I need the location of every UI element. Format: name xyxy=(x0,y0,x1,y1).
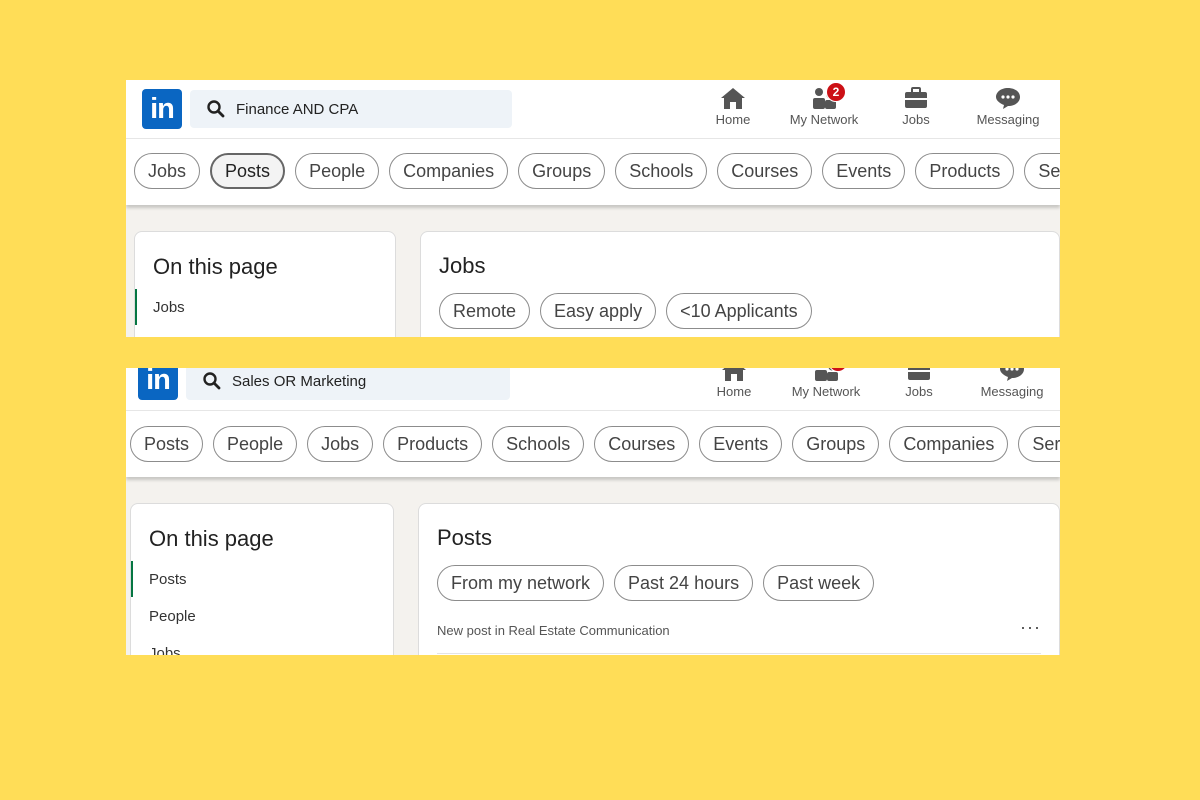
nav-home-label: Home xyxy=(716,384,752,399)
nav-messaging[interactable]: Messaging xyxy=(965,86,1051,127)
nav-my-network[interactable]: 2 My Network xyxy=(781,82,867,127)
nav-jobs-label: Jobs xyxy=(905,384,933,399)
briefcase-icon xyxy=(905,87,927,108)
filter-past-week[interactable]: Past week xyxy=(763,565,875,601)
search-input[interactable]: Finance AND CPA xyxy=(190,90,512,128)
filter-products[interactable]: Products xyxy=(915,153,1015,189)
filter-from-my-network[interactable]: From my network xyxy=(437,565,605,601)
filter-schools[interactable]: Schools xyxy=(615,153,708,189)
on-this-page-card: On this page Posts People Jobs xyxy=(130,503,394,655)
filter-past-24-hours[interactable]: Past 24 hours xyxy=(614,565,754,601)
nav-home[interactable]: Home xyxy=(691,368,777,399)
top-navbar: in Sales OR Marketing Home My Network Jo… xyxy=(126,368,1060,411)
nav-jobs[interactable]: Jobs xyxy=(876,368,962,399)
on-this-page-title: On this page xyxy=(153,254,278,279)
linkedin-logo[interactable]: in xyxy=(142,89,182,129)
filter-groups[interactable]: Groups xyxy=(792,426,880,462)
search-icon xyxy=(203,372,221,390)
home-icon xyxy=(721,88,745,109)
nav-jobs[interactable]: Jobs xyxy=(873,86,959,127)
post-divider xyxy=(437,653,1041,654)
filter-groups[interactable]: Groups xyxy=(518,153,606,189)
filter-posts[interactable]: Posts xyxy=(130,426,204,462)
linkedin-logo[interactable]: in xyxy=(138,368,178,400)
filter-easy-apply[interactable]: Easy apply xyxy=(540,293,657,329)
nav-messaging-label: Messaging xyxy=(976,112,1040,127)
filter-events[interactable]: Events xyxy=(699,426,783,462)
section-title: Posts xyxy=(437,525,493,550)
post-context-label: New post in Real Estate Communication xyxy=(437,623,670,638)
filter-under-10-applicants[interactable]: <10 Applicants xyxy=(666,293,812,329)
filter-people[interactable]: People xyxy=(213,426,298,462)
filter-schools[interactable]: Schools xyxy=(492,426,585,462)
filter-jobs[interactable]: Jobs xyxy=(134,153,201,189)
search-filter-bar: Posts People Jobs Products Schools Cours… xyxy=(126,411,1060,477)
nav-messaging-label: Messaging xyxy=(980,384,1044,399)
on-this-page-card: On this page Jobs xyxy=(134,231,396,337)
nav-home[interactable]: Home xyxy=(690,86,776,127)
filter-services[interactable]: Services xyxy=(1018,426,1060,462)
nav-home-label: Home xyxy=(715,112,751,127)
search-query: Sales OR Marketing xyxy=(232,372,367,390)
nav-my-network-label: My Network xyxy=(789,112,859,127)
jobs-results-card: Jobs Remote Easy apply <10 Applicants xyxy=(420,231,1060,337)
messaging-icon xyxy=(996,88,1020,109)
active-section-marker xyxy=(135,289,137,325)
active-section-marker xyxy=(131,561,133,597)
section-link-people[interactable]: People xyxy=(149,608,196,625)
notification-badge: 2 xyxy=(826,82,846,102)
filter-products[interactable]: Products xyxy=(383,426,483,462)
filter-companies[interactable]: Companies xyxy=(889,426,1009,462)
filter-courses[interactable]: Courses xyxy=(717,153,813,189)
filter-posts[interactable]: Posts xyxy=(210,153,286,189)
nav-my-network[interactable]: My Network xyxy=(783,368,869,399)
search-icon xyxy=(207,100,225,118)
posts-results-card: Posts From my network Past 24 hours Past… xyxy=(418,503,1060,655)
nav-jobs-label: Jobs xyxy=(902,112,930,127)
home-icon xyxy=(722,368,746,381)
section-link-posts[interactable]: Posts xyxy=(149,571,187,588)
section-link-jobs[interactable]: Jobs xyxy=(149,645,181,655)
screenshot-top: in Finance AND CPA Home 2 My Network Job… xyxy=(126,80,1060,337)
section-title: Jobs xyxy=(439,253,486,278)
filter-people[interactable]: People xyxy=(295,153,380,189)
filter-companies[interactable]: Companies xyxy=(389,153,509,189)
on-this-page-title: On this page xyxy=(149,526,274,551)
filter-events[interactable]: Events xyxy=(822,153,906,189)
search-query: Finance AND CPA xyxy=(236,100,359,118)
screenshot-bottom: in Sales OR Marketing Home My Network Jo… xyxy=(126,368,1060,655)
messaging-icon xyxy=(1000,368,1024,381)
filter-courses[interactable]: Courses xyxy=(594,426,690,462)
search-input[interactable]: Sales OR Marketing xyxy=(186,368,510,400)
filter-services[interactable]: Services xyxy=(1024,153,1060,189)
more-options-button[interactable]: ··· xyxy=(1020,617,1041,638)
top-navbar: in Finance AND CPA Home 2 My Network Job… xyxy=(126,80,1060,139)
filter-remote[interactable]: Remote xyxy=(439,293,531,329)
nav-messaging[interactable]: Messaging xyxy=(969,368,1055,399)
nav-my-network-label: My Network xyxy=(791,384,861,399)
filter-jobs[interactable]: Jobs xyxy=(307,426,374,462)
section-link-jobs[interactable]: Jobs xyxy=(153,299,185,316)
search-filter-bar: Jobs Posts People Companies Groups Schoo… xyxy=(126,139,1060,205)
briefcase-icon xyxy=(908,368,930,380)
